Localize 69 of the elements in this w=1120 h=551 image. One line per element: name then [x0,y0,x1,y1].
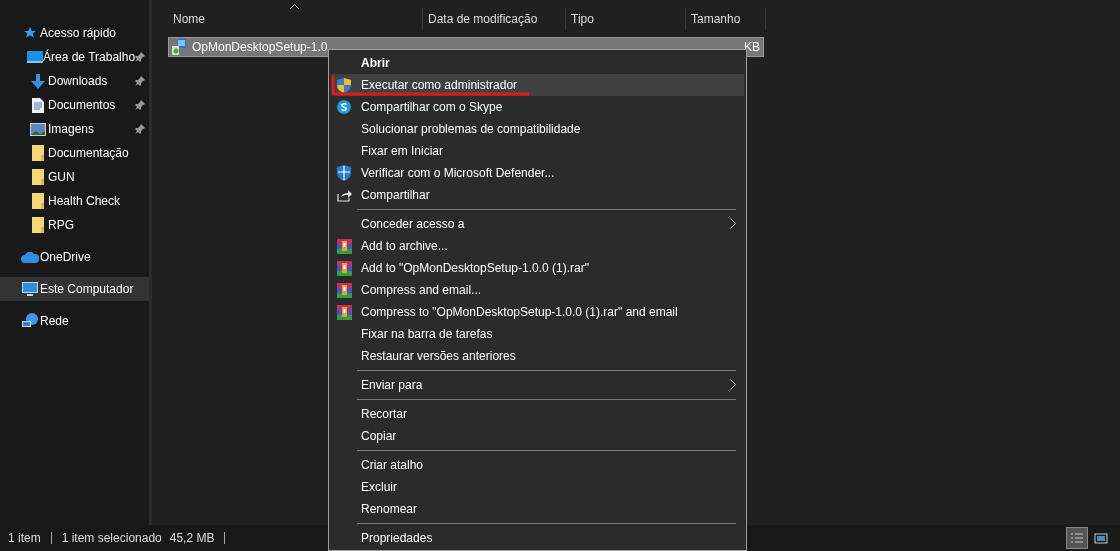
menu-item[interactable]: Excluir [331,476,744,498]
pin-icon[interactable] [135,52,146,62]
column-header[interactable]: Nome [168,8,423,30]
nav-item[interactable]: GUN [0,165,149,189]
document-icon [31,97,44,113]
nav-item[interactable]: RPG [0,213,149,237]
download-arrow-icon [30,73,45,89]
picture-icon [29,122,46,136]
monitor-icon [27,51,43,63]
selection-size: 45,2 MB [169,531,215,545]
archive-books-icon [337,260,352,276]
menu-item[interactable]: Copiar [331,425,744,447]
menu-item[interactable]: Compartilhar [331,184,744,206]
pin-icon[interactable] [135,76,145,86]
menu-item[interactable]: Conceder acesso a [331,213,744,235]
nav-item[interactable]: OneDrive [0,245,149,269]
computer-icon [22,281,38,297]
share-icon [337,188,352,202]
column-header[interactable]: Tipo [566,8,686,30]
menu-item[interactable]: Propriedades [331,527,744,549]
nav-item[interactable]: Rede [0,309,149,333]
nav-item[interactable]: Documentação [0,141,149,165]
menu-item[interactable]: Criar atalho [331,454,744,476]
menu-item[interactable]: Compartilhar com o Skype [331,96,744,118]
menu-item[interactable]: Solucionar problemas de compatibilidade [331,118,744,140]
column-header[interactable]: Tamanho [686,8,766,30]
menu-item[interactable]: Verificar com o Microsoft Defender... [331,162,744,184]
file-name: OpMonDesktopSetup-1.0 [192,40,328,54]
folder-icon [31,217,44,233]
menu-item[interactable]: Recortar [331,403,744,425]
nav-item[interactable]: Documentos [0,93,149,117]
menu-item[interactable]: Compress to "OpMonDesktopSetup-1.0.0 (1).rar" and email [331,301,744,323]
archive-books-icon [337,304,352,320]
item-count: 1 item [8,531,41,545]
menu-item[interactable]: Fixar em Iniciar [331,140,744,162]
star-icon [23,26,37,40]
pin-icon[interactable] [135,124,145,134]
folder-icon [31,193,44,209]
nav-item[interactable]: Imagens [0,117,149,141]
archive-books-icon [337,282,352,298]
shield-icon [337,165,351,181]
cloud-icon [21,251,39,263]
folder-icon [31,169,44,185]
menu-item[interactable]: Enviar para [331,374,744,396]
skype-icon [337,100,351,114]
chevron-right-icon [730,379,736,390]
shield-icon [337,77,351,93]
archive-books-icon [337,238,352,254]
selection-count: 1 item selecionado [61,531,162,545]
nav-item[interactable]: Este Computador [0,277,149,301]
menu-item[interactable]: Fixar na barra de tarefas [331,323,744,345]
nav-item[interactable]: Downloads [0,69,149,93]
menu-item[interactable]: Compress and email... [331,279,744,301]
menu-item[interactable]: Restaurar versões anteriores [331,345,744,367]
pin-icon[interactable] [135,100,145,110]
folder-icon [31,145,44,161]
globe-network-icon [22,313,38,329]
nav-item[interactable]: Health Check [0,189,149,213]
menu-item[interactable]: Add to "OpMonDesktopSetup-1.0.0 (1).rar" [331,257,744,279]
nav-item[interactable]: Acesso rápido [0,21,149,45]
menu-item[interactable]: Renomear [331,498,744,520]
file-size: KB [744,40,760,54]
nav-item[interactable]: Área de Trabalho [0,45,149,69]
column-header[interactable]: Data de modificação [423,8,566,30]
menu-item[interactable]: Add to archive... [331,235,744,257]
sort-chevron-icon [290,4,299,9]
menu-item[interactable]: Executar como administrador [331,74,744,96]
installer-icon [172,39,188,55]
chevron-right-icon [730,218,736,229]
